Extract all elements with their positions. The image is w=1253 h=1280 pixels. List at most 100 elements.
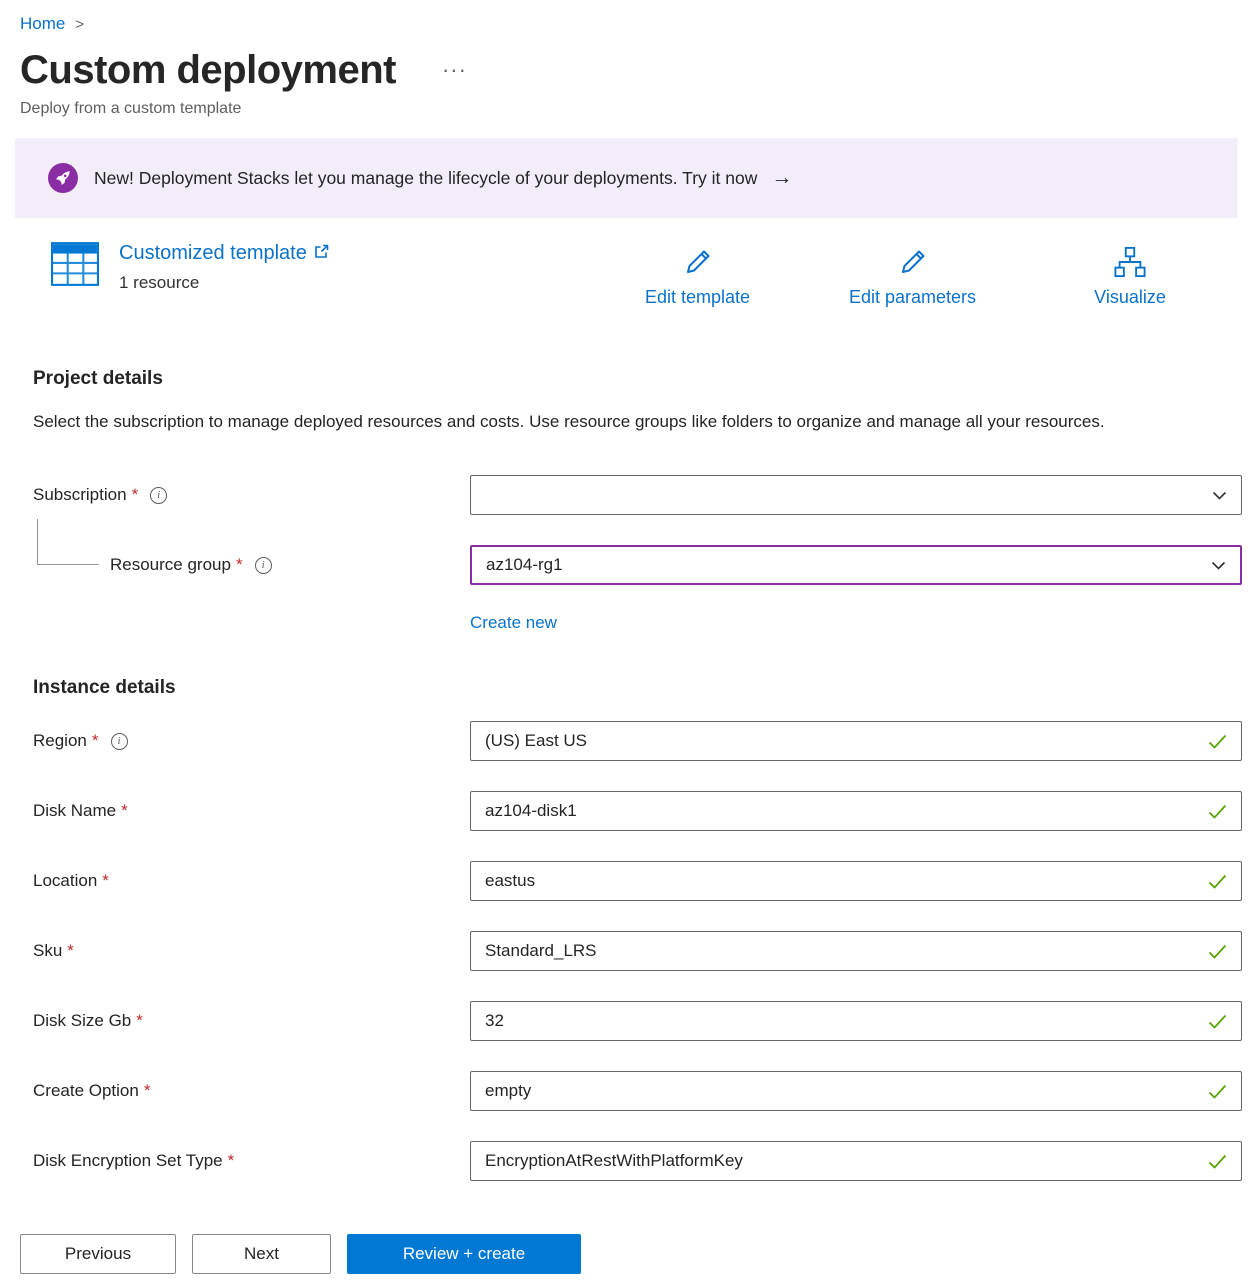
arrow-right-icon[interactable]: →: [771, 166, 792, 190]
disk-size-input[interactable]: 32: [470, 1001, 1242, 1041]
valid-check-icon: [1208, 1084, 1227, 1099]
pencil-icon: [897, 246, 929, 278]
project-details-description: Select the subscription to manage deploy…: [33, 406, 1183, 437]
disk-encryption-value: EncryptionAtRestWithPlatformKey: [485, 1151, 743, 1171]
breadcrumb: Home >: [0, 0, 1253, 34]
required-asterisk: *: [228, 1151, 235, 1171]
info-icon[interactable]: i: [150, 487, 167, 504]
create-new-link[interactable]: Create new: [470, 613, 557, 633]
info-icon[interactable]: i: [111, 733, 128, 750]
pencil-icon: [682, 246, 714, 278]
region-value: (US) East US: [485, 731, 587, 751]
resource-group-label: Resource group: [110, 555, 231, 575]
disk-name-input[interactable]: az104-disk1: [470, 791, 1242, 831]
template-icon: [51, 242, 99, 293]
chevron-down-icon: [1212, 491, 1227, 500]
required-asterisk: *: [67, 941, 74, 961]
location-label: Location: [33, 871, 97, 891]
required-asterisk: *: [136, 1011, 143, 1031]
disk-size-label: Disk Size Gb: [33, 1011, 131, 1031]
required-asterisk: *: [236, 555, 243, 575]
create-option-label: Create Option: [33, 1081, 139, 1101]
disk-encryption-label-group: Disk Encryption Set Type *: [33, 1151, 470, 1171]
resource-group-dropdown[interactable]: az104-rg1: [470, 545, 1242, 585]
info-icon[interactable]: i: [255, 557, 272, 574]
resource-group-connector: [37, 519, 99, 565]
banner-text: New! Deployment Stacks let you manage th…: [94, 168, 757, 189]
edit-parameters-button[interactable]: Edit parameters: [830, 246, 995, 308]
valid-check-icon: [1208, 1154, 1227, 1169]
required-asterisk: *: [102, 871, 109, 891]
required-asterisk: *: [92, 731, 99, 751]
hierarchy-icon: [1112, 246, 1148, 278]
subscription-dropdown[interactable]: [470, 475, 1242, 515]
valid-check-icon: [1208, 804, 1227, 819]
page-subtitle: Deploy from a custom template: [20, 100, 1253, 118]
disk-encryption-label: Disk Encryption Set Type: [33, 1151, 223, 1171]
template-summary: Customized template 1 resource: [51, 242, 329, 293]
template-text: Customized template 1 resource: [119, 242, 329, 293]
valid-check-icon: [1208, 944, 1227, 959]
template-name-label: Customized template: [119, 242, 307, 265]
disk-name-label-group: Disk Name *: [33, 801, 470, 821]
footer-bar: Previous Next Review + create: [0, 1206, 1253, 1280]
resource-group-row: Resource group * i az104-rg1: [33, 545, 1253, 585]
required-asterisk: *: [144, 1081, 151, 1101]
rocket-icon: [48, 163, 78, 193]
more-options-icon[interactable]: ···: [442, 57, 467, 83]
template-summary-row: Customized template 1 resource: [0, 242, 1253, 324]
project-details-form: Subscription * i Resource group * i az10…: [33, 475, 1253, 633]
custom-deployment-page: Home > Custom deployment ··· Deploy from…: [0, 0, 1253, 1280]
visualize-button[interactable]: Visualize: [1075, 246, 1185, 308]
disk-encryption-input[interactable]: EncryptionAtRestWithPlatformKey: [470, 1141, 1242, 1181]
region-input[interactable]: (US) East US: [470, 721, 1242, 761]
disk-name-label: Disk Name: [33, 801, 116, 821]
instance-details-heading: Instance details: [33, 677, 1253, 699]
edit-template-button[interactable]: Edit template: [625, 246, 770, 308]
disk-encryption-set-type-row: Disk Encryption Set Type * EncryptionAtR…: [33, 1141, 1253, 1181]
breadcrumb-home-link[interactable]: Home: [20, 14, 65, 34]
project-details-heading: Project details: [33, 368, 1253, 390]
next-button[interactable]: Next: [192, 1234, 331, 1274]
region-label-group: Region * i: [33, 731, 470, 751]
resource-group-value: az104-rg1: [486, 555, 563, 575]
sku-label-group: Sku *: [33, 941, 470, 961]
location-row: Location * eastus: [33, 861, 1253, 901]
chevron-down-icon: [1211, 561, 1226, 570]
create-option-row: Create Option * empty: [33, 1071, 1253, 1111]
sku-label: Sku: [33, 941, 62, 961]
edit-template-label: Edit template: [625, 287, 770, 308]
breadcrumb-separator-icon: >: [75, 16, 84, 33]
valid-check-icon: [1208, 1014, 1227, 1029]
location-input[interactable]: eastus: [470, 861, 1242, 901]
previous-button[interactable]: Previous: [20, 1234, 176, 1274]
external-link-icon: [314, 244, 329, 259]
instance-details-form: Region * i (US) East US Disk Name * az10…: [33, 721, 1253, 1181]
create-option-value: empty: [485, 1081, 531, 1101]
subscription-label: Subscription: [33, 485, 127, 505]
required-asterisk: *: [121, 801, 128, 821]
location-value: eastus: [485, 871, 535, 891]
required-asterisk: *: [132, 485, 139, 505]
valid-check-icon: [1208, 734, 1227, 749]
disk-name-value: az104-disk1: [485, 801, 577, 821]
create-option-input[interactable]: empty: [470, 1071, 1242, 1111]
visualize-label: Visualize: [1075, 287, 1185, 308]
create-option-label-group: Create Option *: [33, 1081, 470, 1101]
resource-count: 1 resource: [119, 273, 329, 293]
edit-parameters-label: Edit parameters: [830, 287, 995, 308]
valid-check-icon: [1208, 874, 1227, 889]
location-label-group: Location *: [33, 871, 470, 891]
review-create-button[interactable]: Review + create: [347, 1234, 581, 1274]
sku-row: Sku * Standard_LRS: [33, 931, 1253, 971]
deployment-stacks-banner: New! Deployment Stacks let you manage th…: [15, 138, 1238, 218]
subscription-row: Subscription * i: [33, 475, 1253, 515]
disk-size-value: 32: [485, 1011, 504, 1031]
disk-size-row: Disk Size Gb * 32: [33, 1001, 1253, 1041]
region-label: Region: [33, 731, 87, 751]
subscription-label-group: Subscription * i: [33, 485, 470, 505]
page-title: Custom deployment: [20, 46, 396, 94]
sku-input[interactable]: Standard_LRS: [470, 931, 1242, 971]
disk-size-label-group: Disk Size Gb *: [33, 1011, 470, 1031]
customized-template-link[interactable]: Customized template: [119, 242, 329, 265]
